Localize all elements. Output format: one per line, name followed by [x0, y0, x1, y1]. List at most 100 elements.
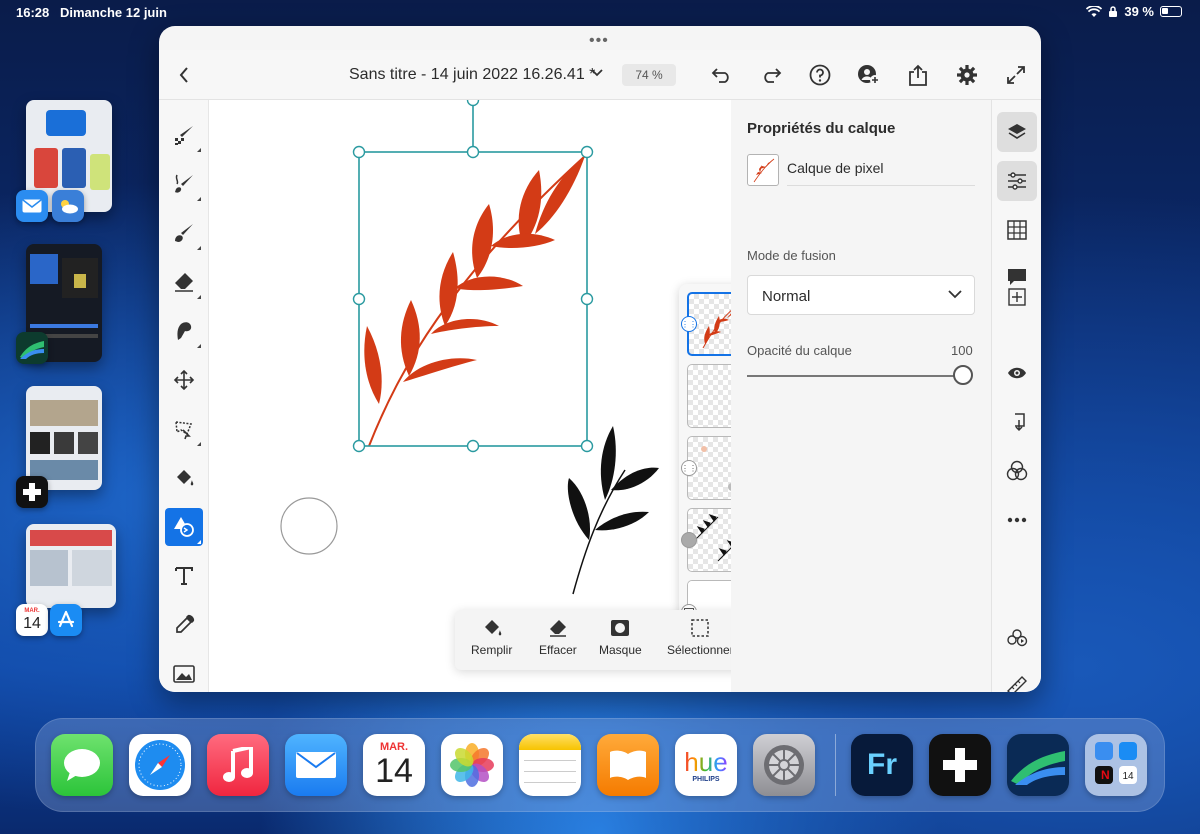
mail-app-badge[interactable] — [16, 190, 48, 222]
zoom-level[interactable]: 74 % — [622, 64, 676, 86]
help-button[interactable] — [807, 62, 833, 88]
layer-properties-panel: Propriétés du calque Calque de pixel Mod… — [731, 100, 991, 692]
drawing-canvas[interactable]: ⋮⋮ ⋮⋮ — [209, 100, 731, 692]
opacity-slider-track[interactable] — [747, 375, 957, 377]
folder-app-calendar: 14 — [1119, 766, 1137, 784]
eyedropper-tool[interactable] — [165, 606, 203, 644]
touch-shortcut-button[interactable] — [280, 497, 338, 555]
layer-thumbnail-empty[interactable] — [687, 364, 731, 428]
text-tool[interactable] — [165, 557, 203, 595]
eraser-tool[interactable] — [165, 263, 203, 301]
tool-options-indicator — [197, 442, 201, 446]
document-title[interactable]: Sans titre - 14 juin 2022 16.26.41 * — [349, 66, 595, 84]
tool-options-indicator — [197, 344, 201, 348]
mask-action[interactable]: Masque — [599, 618, 642, 657]
hue-app-icon[interactable]: hue PHILIPS — [675, 734, 737, 796]
lumafusion-icon — [1011, 751, 1065, 785]
fresco-label: Fr — [867, 748, 897, 781]
pixel-brush-tool[interactable] — [165, 116, 203, 154]
lumafusion-app-icon[interactable] — [1007, 734, 1069, 796]
eraser-icon — [549, 620, 566, 637]
mail-app-icon[interactable] — [285, 734, 347, 796]
gear-icon — [957, 65, 977, 85]
image-icon — [173, 665, 195, 683]
redo-button[interactable] — [758, 62, 784, 88]
blend-mode-select[interactable]: Normal — [747, 275, 975, 315]
notes-line — [524, 760, 576, 761]
ruler-button[interactable] — [997, 666, 1037, 692]
eyedropper-icon — [176, 614, 195, 633]
settings-button[interactable] — [954, 62, 980, 88]
motion-button[interactable] — [997, 618, 1037, 658]
cloud-sun-icon — [61, 200, 78, 214]
notes-line — [524, 782, 576, 783]
folder-app-files — [1095, 742, 1113, 760]
opacity-value: 100 — [951, 343, 973, 358]
live-brush-tool[interactable] — [165, 165, 203, 203]
calendar-day: 14 — [375, 752, 413, 790]
comments-button[interactable] — [997, 259, 1037, 315]
visibility-button[interactable] — [997, 353, 1037, 393]
app-preview-header — [46, 110, 86, 136]
battery-icon — [1160, 6, 1182, 17]
photos-app-icon[interactable] — [441, 734, 503, 796]
window-grabber-icon[interactable]: ••• — [589, 32, 609, 50]
fill-tool[interactable] — [165, 459, 203, 497]
live-brush-icon — [175, 174, 193, 193]
fresco-app-icon[interactable]: Fr — [851, 734, 913, 796]
layer-preview-branch — [753, 158, 775, 183]
grid-button[interactable] — [997, 210, 1037, 250]
books-app-icon[interactable] — [597, 734, 659, 796]
shapes-icon — [174, 517, 194, 537]
fullscreen-button[interactable] — [1003, 62, 1029, 88]
stage-group-calendar-appstore[interactable] — [26, 524, 116, 608]
folder-app-netflix: N — [1095, 766, 1113, 784]
add-comment-icon — [1008, 269, 1026, 306]
stage-group-canal[interactable] — [26, 386, 102, 490]
move-tool[interactable] — [165, 361, 203, 399]
lasso-tool[interactable] — [165, 410, 203, 448]
erase-label: Effacer — [539, 643, 577, 657]
smudge-tool[interactable] — [165, 312, 203, 350]
layers-button[interactable] — [997, 112, 1037, 152]
music-note-icon — [223, 747, 253, 782]
title-chevron-down-icon[interactable] — [591, 64, 603, 80]
motion-icon — [1007, 629, 1028, 647]
blend-options-button[interactable] — [997, 451, 1037, 491]
lumafusion-icon — [20, 341, 44, 359]
notes-app-icon[interactable] — [519, 734, 581, 796]
calendar-app-badge[interactable]: MAR. 14 — [16, 604, 48, 636]
layer-name-field[interactable]: Calque de pixel — [787, 160, 884, 176]
settings-app-icon[interactable] — [753, 734, 815, 796]
merge-down-button[interactable] — [997, 402, 1037, 442]
luma-fusion-badge[interactable] — [16, 332, 48, 364]
erase-action[interactable]: Effacer — [539, 618, 577, 657]
invite-button[interactable] — [856, 62, 882, 88]
place-image-tool[interactable] — [165, 655, 203, 692]
back-button[interactable] — [171, 62, 197, 88]
wifi-icon — [1086, 5, 1103, 17]
weather-app-badge[interactable] — [52, 190, 84, 222]
fill-action[interactable]: Remplir — [471, 618, 512, 657]
calendar-badge-month: MAR. — [24, 608, 40, 614]
vector-brush-tool[interactable] — [165, 214, 203, 252]
more-options-button[interactable] — [997, 500, 1037, 540]
calendar-app-icon[interactable]: MAR. 14 — [363, 734, 425, 796]
blend-mode-value: Normal — [762, 288, 811, 305]
orange-branch-artwork — [364, 155, 586, 447]
plus-app-icon[interactable] — [929, 734, 991, 796]
status-date: Dimanche 12 juin — [60, 5, 167, 20]
safari-app-icon[interactable] — [129, 734, 191, 796]
opacity-slider-thumb[interactable] — [953, 365, 973, 385]
grid-icon — [1007, 220, 1027, 240]
messages-app-icon[interactable] — [51, 734, 113, 796]
music-app-icon[interactable] — [207, 734, 269, 796]
shape-tool[interactable] — [165, 508, 203, 546]
properties-button[interactable] — [997, 161, 1037, 201]
plus-app-badge[interactable] — [16, 476, 48, 508]
select-action[interactable]: Sélectionner — [667, 618, 734, 657]
undo-button[interactable] — [709, 62, 735, 88]
app-store-badge[interactable] — [50, 604, 82, 636]
share-button[interactable] — [905, 62, 931, 88]
app-library-folder[interactable]: N 14 — [1085, 734, 1147, 796]
